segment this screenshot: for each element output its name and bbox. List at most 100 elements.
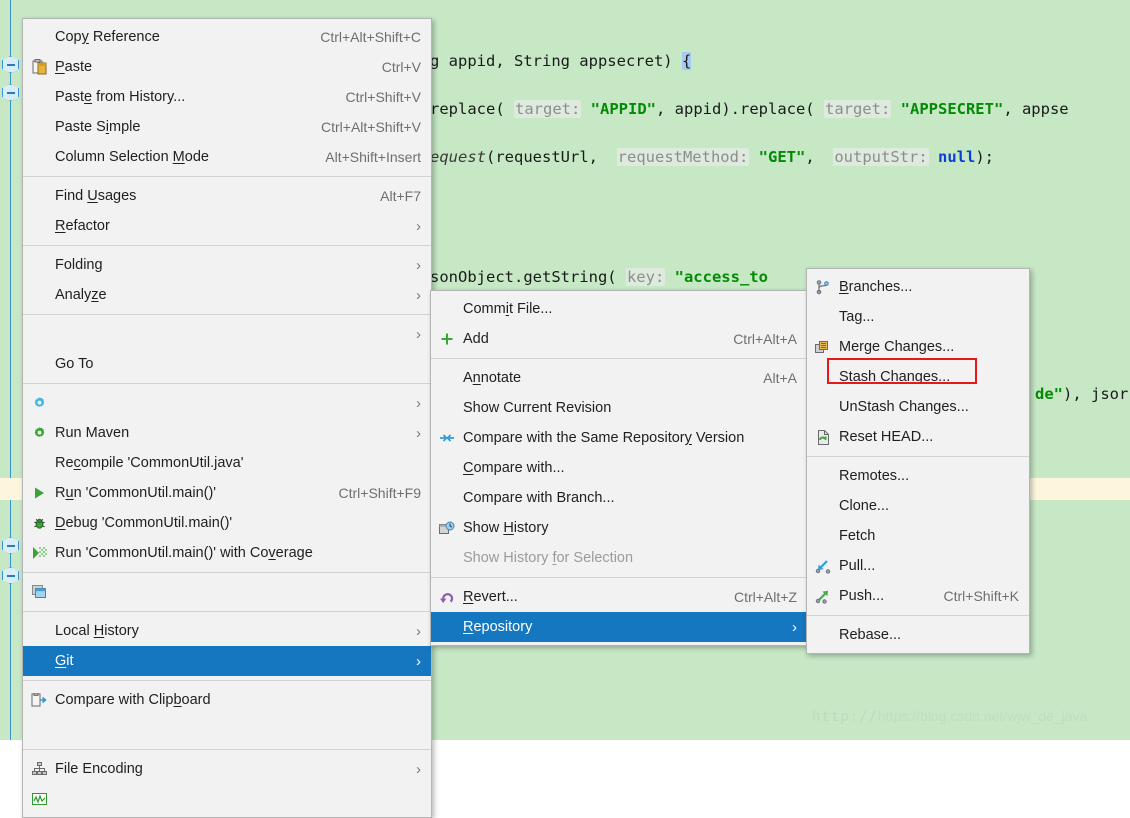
- menu-item-recompile[interactable]: Recompile 'CommonUtil.java': [23, 448, 431, 478]
- menu-item-clone[interactable]: Clone...: [807, 491, 1029, 521]
- menu-item-show-history[interactable]: Show History: [431, 513, 807, 543]
- accel-label: Alt+A: [737, 370, 797, 386]
- maven-blue-gear-icon: [25, 396, 53, 411]
- menu-separator: [23, 680, 431, 681]
- menu-item-annotate[interactable]: Annotate Alt+A: [431, 363, 807, 393]
- chevron-right-icon: ›: [402, 258, 421, 273]
- menu-separator: [23, 749, 431, 750]
- accel-label: Ctrl+Shift+K: [918, 588, 1019, 604]
- menu-item-paste[interactable]: Paste Ctrl+V: [23, 52, 431, 82]
- menu-item-compare-with-branch[interactable]: Compare with Branch...: [431, 483, 807, 513]
- menu-separator: [23, 572, 431, 573]
- fold-marker[interactable]: [2, 56, 19, 73]
- menu-item-folding[interactable]: Folding ›: [23, 250, 431, 280]
- menu-item-branches[interactable]: Branches...: [807, 272, 1029, 302]
- accel-label: Ctrl+Alt+Z: [708, 589, 797, 605]
- menu-item-stash-changes[interactable]: Stash Changes...: [807, 362, 1029, 392]
- push-icon: [809, 589, 837, 604]
- add-plus-icon: [433, 332, 461, 346]
- menu-item-run-maven[interactable]: ›: [23, 388, 431, 418]
- menu-separator: [23, 245, 431, 246]
- run-play-icon: [25, 486, 53, 500]
- menu-item-compare-with-clipboard[interactable]: Compare with Clipboard: [23, 685, 431, 715]
- paste-icon: [25, 59, 53, 75]
- menu-item-remotes[interactable]: Remotes...: [807, 461, 1029, 491]
- coverage-icon: [25, 546, 53, 560]
- menu-separator: [431, 358, 807, 359]
- menu-label: Rebase...: [837, 627, 993, 643]
- repository-submenu[interactable]: Branches... Tag... Merge Changes... Stas…: [806, 268, 1030, 654]
- merge-icon: [809, 340, 837, 355]
- menu-item-show-current-revision[interactable]: Show Current Revision: [431, 393, 807, 423]
- chevron-right-icon: ›: [402, 327, 421, 342]
- menu-item-add[interactable]: Add Ctrl+Alt+A: [431, 324, 807, 354]
- menu-item-column-selection-mode[interactable]: Column Selection Mode Alt+Shift+Insert: [23, 142, 431, 172]
- watermark-protocol: http://: [812, 709, 878, 725]
- menu-item-reset-head[interactable]: Reset HEAD...: [807, 422, 1029, 452]
- accel-label: Alt+Shift+Insert: [299, 149, 421, 165]
- chevron-right-icon: ›: [402, 426, 421, 441]
- fold-marker[interactable]: [2, 537, 19, 554]
- menu-item-run-with-coverage[interactable]: Run 'CommonUtil.main()' with Coverage: [23, 538, 431, 568]
- menu-label: UnStash Changes...: [837, 399, 993, 415]
- menu-item-code-convention-scan[interactable]: [23, 784, 431, 814]
- menu-item-revert[interactable]: Revert... Ctrl+Alt+Z: [431, 582, 807, 612]
- menu-item-create-run-config[interactable]: [23, 577, 431, 607]
- menu-separator: [23, 314, 431, 315]
- menu-item-paste-from-history[interactable]: Paste from History... Ctrl+Shift+V: [23, 82, 431, 112]
- menu-separator: [807, 456, 1029, 457]
- menu-label: Compare with Branch...: [461, 490, 771, 506]
- menu-item-paste-simple[interactable]: Paste Simple Ctrl+Alt+Shift+V: [23, 112, 431, 142]
- menu-label: File Encoding: [53, 761, 402, 777]
- code-line-signature: g appid, String appsecret) {: [430, 52, 691, 70]
- menu-item-local-history[interactable]: Local History ›: [23, 616, 431, 646]
- show-history-icon: [433, 521, 461, 536]
- right-line-highlight: [1070, 480, 1130, 500]
- menu-label: Clone...: [837, 498, 993, 514]
- menu-item-unstash-changes[interactable]: UnStash Changes...: [807, 392, 1029, 422]
- menu-item-generate[interactable]: Go To: [23, 349, 431, 379]
- git-submenu[interactable]: Commit File... Add Ctrl+Alt+A Annotate A…: [430, 290, 808, 646]
- menu-item-push[interactable]: Push... Ctrl+Shift+K: [807, 581, 1029, 611]
- chevron-right-icon: ›: [402, 624, 421, 639]
- menu-item-tag[interactable]: Tag...: [807, 302, 1029, 332]
- chevron-right-icon: ›: [402, 396, 421, 411]
- menu-item-compare-same-repo-version[interactable]: Compare with the Same Repository Version: [431, 423, 807, 453]
- editor-context-menu[interactable]: Copy Reference Ctrl+Alt+Shift+C Paste Ct…: [22, 18, 432, 818]
- code-line-getstring: sonObject.getString( key: "access_to: [430, 268, 768, 286]
- menu-item-commit-file[interactable]: Commit File...: [431, 294, 807, 324]
- fold-guide-line: [10, 0, 11, 740]
- menu-item-find-usages[interactable]: Find Usages Alt+F7: [23, 181, 431, 211]
- diagrams-icon: [25, 762, 53, 776]
- menu-item-debug-maven[interactable]: Run Maven ›: [23, 418, 431, 448]
- menu-label: Go To: [53, 356, 395, 372]
- menu-item-git[interactable]: Git ›: [23, 646, 431, 676]
- menu-label: Reset HEAD...: [837, 429, 993, 445]
- revert-undo-icon: [433, 590, 461, 605]
- watermark: http://https://blog.csdn.net/wjw_de_java: [812, 708, 1087, 725]
- menu-item-copy-reference[interactable]: Copy Reference Ctrl+Alt+Shift+C: [23, 22, 431, 52]
- menu-item-debug-main[interactable]: Debug 'CommonUtil.main()': [23, 508, 431, 538]
- menu-item-file-encoding[interactable]: [23, 715, 431, 745]
- fold-marker[interactable]: [2, 84, 19, 101]
- menu-item-fetch[interactable]: Fetch: [807, 521, 1029, 551]
- menu-item-rebase[interactable]: Rebase...: [807, 620, 1029, 650]
- menu-item-compare-with[interactable]: Compare with...: [431, 453, 807, 483]
- menu-label: Show Current Revision: [461, 400, 771, 416]
- menu-item-run-main[interactable]: Run 'CommonUtil.main()' Ctrl+Shift+F9: [23, 478, 431, 508]
- menu-item-diagrams[interactable]: File Encoding ›: [23, 754, 431, 784]
- menu-item-pull[interactable]: Pull...: [807, 551, 1029, 581]
- menu-item-merge-changes[interactable]: Merge Changes...: [807, 332, 1029, 362]
- chevron-right-icon: ›: [402, 288, 421, 303]
- menu-item-show-history-for-selection: Show History for Selection: [431, 543, 807, 573]
- scan-icon: [25, 792, 53, 806]
- branches-icon: [809, 280, 837, 295]
- menu-item-analyze[interactable]: Analyze ›: [23, 280, 431, 310]
- menu-label: Run Maven: [53, 425, 402, 441]
- code-line-request: equest(requestUrl, requestMethod: "GET",…: [430, 148, 994, 166]
- fold-marker[interactable]: [2, 567, 19, 584]
- menu-item-repository[interactable]: Repository ›: [431, 612, 807, 642]
- menu-item-go-to[interactable]: ›: [23, 319, 431, 349]
- menu-item-refactor[interactable]: Refactor ›: [23, 211, 431, 241]
- chevron-right-icon: ›: [778, 620, 797, 635]
